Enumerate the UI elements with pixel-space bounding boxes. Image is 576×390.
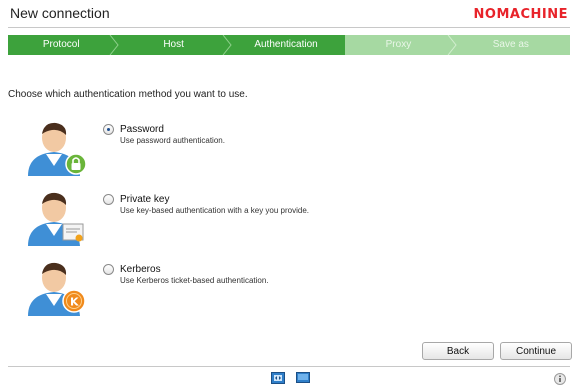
svg-text:K: K [70, 296, 79, 309]
option-label[interactable]: Kerberos [120, 264, 161, 275]
display-view-icon[interactable] [271, 372, 285, 384]
instruction-text: Choose which authentication method you w… [8, 89, 248, 100]
option-kerberos[interactable]: K Kerberos Use Kerberos ticket-based aut… [20, 258, 560, 320]
step-label: Save as [492, 39, 529, 50]
continue-button[interactable]: Continue [500, 342, 572, 360]
back-button[interactable]: Back [422, 342, 494, 360]
option-description: Use Kerberos ticket-based authentication… [120, 276, 269, 285]
step-label: Host [163, 39, 184, 50]
option-label[interactable]: Password [120, 124, 164, 135]
step-proxy: Proxy [345, 35, 458, 55]
footer-divider [8, 366, 570, 367]
option-description: Use key-based authentication with a key … [120, 206, 309, 215]
step-protocol: Protocol [8, 35, 121, 55]
step-authentication: Authentication [232, 35, 346, 55]
option-label[interactable]: Private key [120, 194, 169, 205]
step-separator [333, 35, 346, 55]
nomachine-logo: NOMACHINE [473, 7, 568, 22]
step-separator [222, 35, 232, 55]
step-separator [110, 35, 120, 55]
step-label: Proxy [385, 39, 412, 50]
user-lock-icon [28, 122, 87, 176]
window-title: New connection [10, 5, 110, 21]
info-icon[interactable] [554, 373, 566, 385]
header-divider [8, 27, 570, 28]
monitor-icon[interactable] [296, 372, 310, 384]
option-description: Use password authentication. [120, 136, 225, 145]
option-private-key[interactable]: Private key Use key-based authentication… [20, 188, 560, 250]
kerberos-radio[interactable] [103, 264, 114, 275]
private-key-radio[interactable] [103, 194, 114, 205]
step-label: Protocol [42, 39, 80, 50]
user-kerberos-icon: K [28, 262, 86, 316]
step-save-as: Save as [457, 35, 571, 55]
step-host: Host [120, 35, 233, 55]
wizard-steps: Protocol Host Authentication Proxy Save … [8, 35, 571, 55]
step-separator [447, 35, 457, 55]
password-radio[interactable] [103, 124, 114, 135]
user-certificate-icon [28, 192, 84, 246]
step-label: Authentication [254, 39, 318, 50]
option-password[interactable]: Password Use password authentication. [20, 118, 560, 180]
